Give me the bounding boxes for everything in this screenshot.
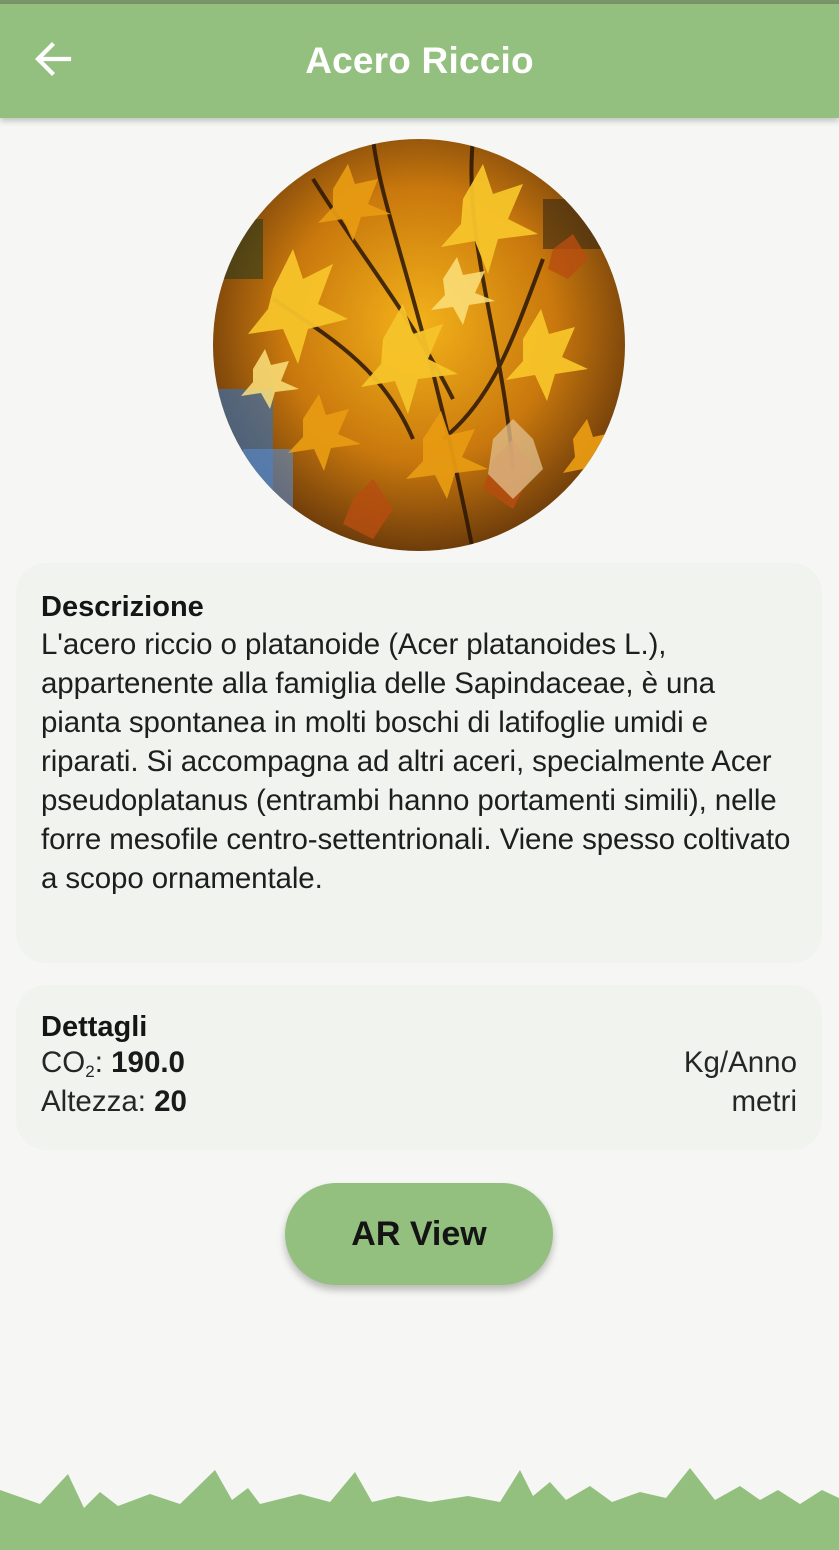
tree-photo bbox=[213, 139, 625, 551]
description-heading: Descrizione bbox=[41, 591, 204, 623]
description-card: Descrizione L'acero riccio o platanoide … bbox=[16, 563, 822, 963]
height-unit: metri bbox=[731, 1085, 797, 1118]
co2-label: CO2: 190.0 bbox=[41, 1046, 185, 1081]
page-title: Acero Riccio bbox=[305, 40, 534, 81]
height-label: Altezza: 20 bbox=[41, 1085, 187, 1118]
height-value: 20 bbox=[154, 1085, 187, 1118]
description-text: L'acero riccio o platanoide (Acer platan… bbox=[41, 628, 791, 895]
arrow-left-icon bbox=[35, 42, 72, 76]
details-heading: Dettagli bbox=[41, 1011, 148, 1043]
details-card: Dettagli CO2: 190.0 Kg/Anno Altezza: 20 … bbox=[16, 985, 822, 1150]
co2-row: CO2: 190.0 Kg/Anno bbox=[41, 1043, 797, 1082]
back-button[interactable] bbox=[22, 28, 84, 90]
co2-unit: Kg/Anno bbox=[683, 1046, 797, 1079]
ar-view-button[interactable]: AR View bbox=[285, 1183, 553, 1285]
co2-value: 190.0 bbox=[111, 1046, 185, 1079]
height-row: Altezza: 20 metri bbox=[41, 1082, 797, 1121]
app-bar: Acero Riccio bbox=[0, 4, 839, 118]
grass-decoration bbox=[0, 1468, 839, 1550]
